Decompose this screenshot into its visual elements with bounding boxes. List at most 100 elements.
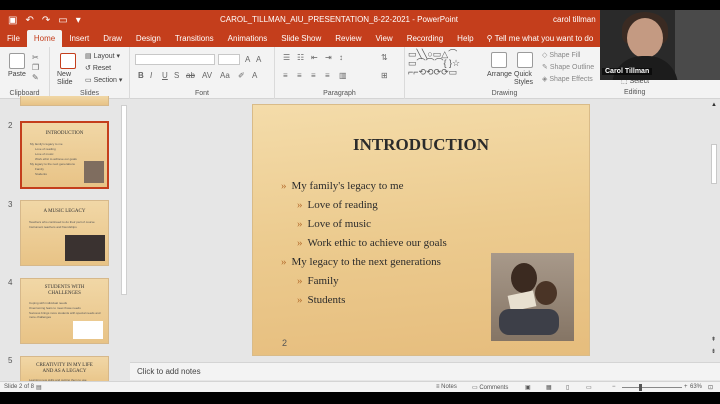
tab-animations[interactable]: Animations: [221, 30, 275, 47]
tab-slide-show[interactable]: Slide Show: [274, 30, 328, 47]
tab-design[interactable]: Design: [129, 30, 168, 47]
spellcheck-icon[interactable]: ▤: [36, 384, 42, 391]
current-slide[interactable]: INTRODUCTION » My family's legacy to me »…: [252, 104, 590, 356]
strikethrough-icon[interactable]: ab: [186, 71, 195, 80]
zoom-level[interactable]: 63%: [690, 384, 702, 390]
reset-button[interactable]: ↺ Reset: [85, 64, 111, 72]
thumbnail-slide-2[interactable]: INTRODUCTION My family's legacy to me Lo…: [20, 121, 109, 189]
slide-title[interactable]: INTRODUCTION: [253, 135, 589, 155]
tab-file[interactable]: File: [0, 30, 27, 47]
arrange-icon[interactable]: [491, 52, 507, 68]
align-right-icon[interactable]: ≡: [311, 71, 316, 80]
shape-outline-button[interactable]: ✎ Shape Outline: [542, 63, 594, 71]
tab-review[interactable]: Review: [328, 30, 368, 47]
slide-bullet-level2[interactable]: » Work ethic to achieve our goals: [297, 237, 447, 249]
bold-icon[interactable]: B: [138, 71, 144, 80]
layout-button[interactable]: ▤ Layout ▾: [85, 52, 120, 60]
tab-transitions[interactable]: Transitions: [168, 30, 221, 47]
font-color-icon[interactable]: A: [252, 71, 257, 80]
previous-slide-icon[interactable]: ⇞: [711, 336, 716, 343]
tab-recording[interactable]: Recording: [400, 30, 450, 47]
zoom-slider-thumb[interactable]: [638, 384, 642, 391]
new-slide-icon[interactable]: [60, 53, 76, 69]
thumbnail-slide-3[interactable]: A MUSIC LEGACY Teachers who continued to…: [20, 200, 109, 266]
thumbnail-slide-4[interactable]: STUDENTS WITH CHALLENGES Coping with ind…: [20, 278, 109, 344]
font-size-combo[interactable]: [218, 54, 240, 65]
underline-icon[interactable]: U: [162, 71, 168, 80]
align-center-icon[interactable]: ≡: [297, 71, 302, 80]
quick-styles-icon[interactable]: [517, 52, 533, 68]
account-name[interactable]: carol tillman: [553, 15, 596, 24]
slide-bullet-level1[interactable]: » My family's legacy to me: [281, 180, 403, 192]
cut-icon[interactable]: ✂: [32, 53, 39, 62]
arrange-button[interactable]: Arrange: [487, 71, 512, 78]
font-name-combo[interactable]: [135, 54, 215, 65]
editor-scrollbar-thumb[interactable]: [711, 144, 717, 184]
zoom-slider[interactable]: [622, 387, 682, 388]
columns-icon[interactable]: ▥: [339, 71, 347, 80]
customize-toolbar-icon[interactable]: ▾: [76, 15, 81, 26]
slide-bullet-level1[interactable]: » My legacy to the next generations: [281, 256, 441, 268]
slide-bullet-level2[interactable]: » Students: [297, 294, 345, 306]
quick-styles-button[interactable]: Quick Styles: [514, 71, 538, 87]
zoom-out-icon[interactable]: −: [612, 384, 616, 390]
paste-button[interactable]: Paste: [8, 71, 26, 78]
thumbnail-line: Work ethic to achieve our goals: [35, 157, 77, 161]
thumbnail-slide-1-partial[interactable]: [20, 96, 109, 106]
family-reading-photo[interactable]: [491, 253, 574, 341]
normal-view-icon[interactable]: ▣: [525, 384, 531, 391]
fit-to-window-icon[interactable]: ⊡: [708, 384, 713, 391]
smartart-icon[interactable]: ⊞: [381, 71, 388, 80]
shadow-icon[interactable]: S: [174, 71, 179, 80]
slide-bullet-level2[interactable]: » Family: [297, 275, 339, 287]
thumbnail-line: Teachers who continued to do their part …: [29, 220, 95, 224]
increase-indent-icon[interactable]: ⇥: [325, 53, 332, 62]
tell-me-search[interactable]: ⚲ Tell me what you want to do: [487, 30, 594, 47]
char-spacing-icon[interactable]: AV: [202, 71, 212, 80]
line-spacing-icon[interactable]: ↕: [339, 53, 343, 62]
scroll-up-icon[interactable]: ▲: [711, 102, 717, 108]
format-painter-icon[interactable]: ✎: [32, 73, 39, 82]
shape-effects-button[interactable]: ◈ Shape Effects: [542, 75, 593, 83]
undo-icon[interactable]: ↶: [25, 15, 33, 26]
copy-icon[interactable]: ❐: [32, 63, 39, 72]
section-button[interactable]: ▭ Section ▾: [85, 76, 122, 84]
tab-view[interactable]: View: [369, 30, 400, 47]
window-title: CAROL_TILLMAN_AIU_PRESENTATION_8-22-2021…: [220, 15, 459, 24]
shape-fill-button[interactable]: ◇ Shape Fill: [542, 51, 580, 59]
shapes-gallery[interactable]: ▭╲╲○▭△⌒ ▭⌒⌒⌒{ }☆ ⌐⌐⟲⟲⟳⟳▭: [408, 50, 480, 86]
decrease-indent-icon[interactable]: ⇤: [311, 53, 318, 62]
thumbnail-scrollbar[interactable]: [121, 105, 127, 295]
slide-bullet-level2[interactable]: » Love of music: [297, 218, 371, 230]
italic-icon[interactable]: I: [150, 71, 152, 80]
justify-icon[interactable]: ≡: [325, 71, 330, 80]
notes-pane[interactable]: Click to add notes: [130, 362, 720, 380]
start-slideshow-icon[interactable]: ▭: [58, 15, 67, 26]
editor-scrollbar[interactable]: ▲ ⇞ ⇟: [708, 100, 720, 362]
slide-bullet-level2[interactable]: » Love of reading: [297, 199, 378, 211]
slide-bullet-text: Work ethic to achieve our goals: [307, 237, 447, 249]
highlight-icon[interactable]: ✐: [238, 71, 245, 80]
change-case-icon[interactable]: Aa: [220, 71, 230, 80]
new-slide-button[interactable]: New Slide: [57, 71, 82, 87]
zoom-in-icon[interactable]: +: [684, 384, 688, 390]
tab-home[interactable]: Home: [26, 30, 63, 47]
tab-insert[interactable]: Insert: [62, 30, 96, 47]
redo-icon[interactable]: ↷: [42, 15, 50, 26]
tab-help[interactable]: Help: [450, 30, 480, 47]
save-icon[interactable]: ▣: [8, 15, 17, 26]
tab-draw[interactable]: Draw: [96, 30, 129, 47]
align-left-icon[interactable]: ≡: [283, 71, 288, 80]
next-slide-icon[interactable]: ⇟: [711, 348, 716, 355]
text-direction-icon[interactable]: ⇅: [381, 53, 388, 62]
numbering-icon[interactable]: ☷: [297, 53, 304, 62]
decrease-font-icon[interactable]: A: [256, 55, 261, 64]
comments-button[interactable]: ▭ Comments: [472, 384, 508, 391]
reading-view-icon[interactable]: ▯: [566, 384, 569, 391]
slideshow-view-icon[interactable]: ▭: [586, 384, 592, 391]
paste-icon[interactable]: [9, 53, 25, 69]
notes-button[interactable]: ≡ Notes: [436, 384, 457, 390]
slide-sorter-icon[interactable]: ▦: [546, 384, 552, 391]
bullets-icon[interactable]: ☰: [283, 53, 290, 62]
increase-font-icon[interactable]: A: [245, 55, 250, 64]
